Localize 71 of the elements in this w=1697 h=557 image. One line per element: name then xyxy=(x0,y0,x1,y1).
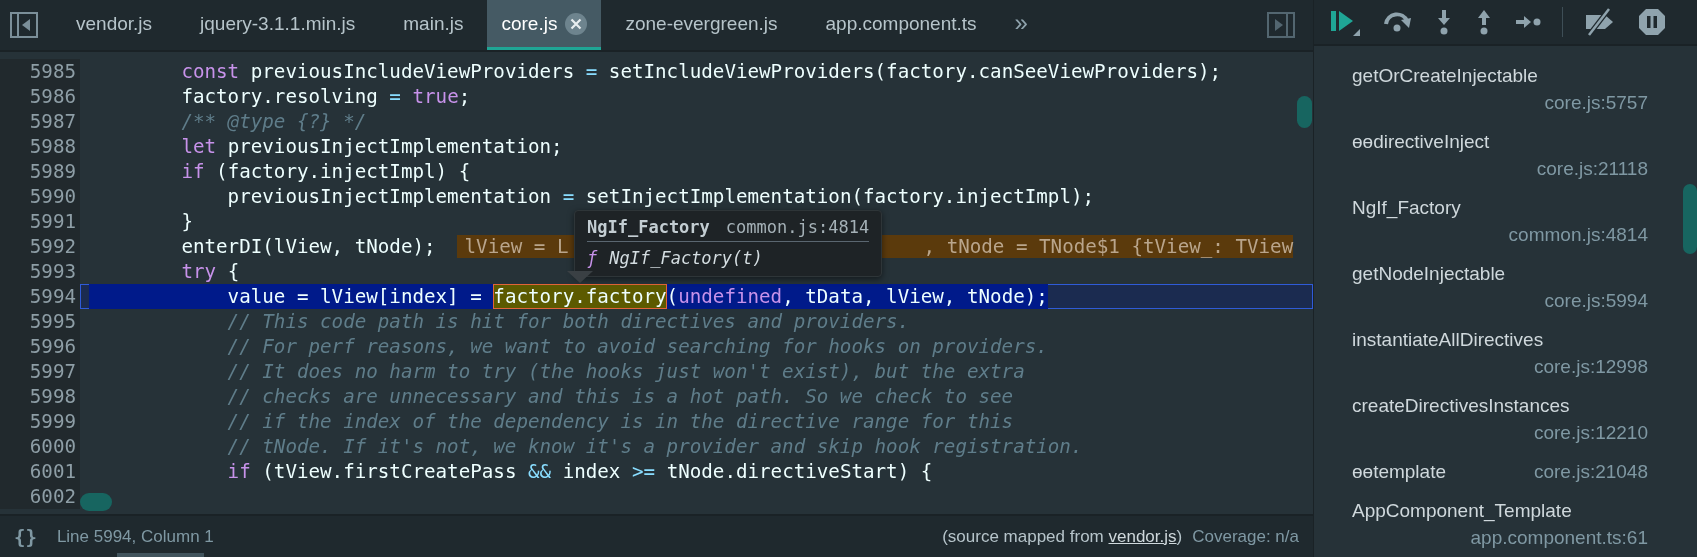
more-tabs-button[interactable]: » xyxy=(1000,9,1042,41)
line-number: 5992 xyxy=(0,234,80,259)
file-tab[interactable]: main.js xyxy=(379,0,488,50)
file-tab[interactable]: app.component.ts xyxy=(801,0,1001,50)
code-line: let previousInjectImplementation; xyxy=(180,134,563,159)
line-number: 5998 xyxy=(0,384,80,409)
code-line: factory.resolving = true; xyxy=(180,84,471,109)
close-icon[interactable] xyxy=(565,12,588,35)
code-line: // if the index of the dependency is in the directive range for this xyxy=(226,409,1014,434)
scrollbar-thumb[interactable] xyxy=(1683,184,1697,254)
call-frame[interactable]: AppComponent_Template app.component.ts:61 xyxy=(1352,491,1648,557)
file-tab[interactable]: zone-evergreen.js xyxy=(601,0,802,50)
line-number: 5996 xyxy=(0,334,80,359)
code-line: try { xyxy=(180,259,240,284)
code-line: // This code path is hit for both directives and providers. xyxy=(226,309,910,334)
code-line: enterDI(lView, tNode); xyxy=(180,234,436,259)
line-number: 5997 xyxy=(0,359,80,384)
code-line: // It does no harm to try (the hooks just won't exist), but the extra xyxy=(226,359,1025,384)
pretty-print-button[interactable]: {} xyxy=(14,525,37,548)
tooltip-location: common.js:4814 xyxy=(725,217,870,237)
line-number: 5987 xyxy=(0,109,80,134)
line-number: 5989 xyxy=(0,159,80,184)
code-line: } xyxy=(180,209,193,234)
inline-value-text: lView = L xyxy=(464,234,569,259)
code-line: // checks are unnecessary and this is a hot path. So we check to see xyxy=(226,384,1014,409)
function-icon: ƒ xyxy=(587,248,598,268)
code-line: previousInjectImplementation = setInjectImplementation(factory.injectImpl); xyxy=(226,184,1095,209)
source-map-note: (source mapped from vendor.js) xyxy=(942,526,1183,547)
cursor-position: Line 5994, Column 1 xyxy=(56,526,214,547)
call-frame[interactable]: ɵɵtemplate core.js:21048 xyxy=(1352,452,1648,491)
line-number: 6002 xyxy=(0,484,80,509)
line-number: 5986 xyxy=(0,84,80,109)
code-line: if (tView.firstCreatePass && index >= tNode.directiveStart) { xyxy=(226,459,933,484)
scrollbar-thumb[interactable] xyxy=(80,493,112,511)
code-line: // tNode. If it's not, we know it's a provider and skip hook registration. xyxy=(226,434,1083,459)
line-number: 6000 xyxy=(0,434,80,459)
sidebar-toggle-icon[interactable] xyxy=(1267,12,1295,38)
sidebar-toggle-icon[interactable] xyxy=(10,12,38,38)
code-line: const previousIncludeViewProviders = setIncludeViewProviders(factory.canSeeViewProviders); xyxy=(180,59,1222,84)
line-number: 5988 xyxy=(0,134,80,159)
call-frame[interactable]: ɵɵdirectiveInject core.js:21118 xyxy=(1352,122,1648,188)
call-frame[interactable]: createDirectivesInstances core.js:12210 xyxy=(1352,386,1648,452)
scrollbar-thumb[interactable] xyxy=(1297,96,1312,128)
line-number: 5999 xyxy=(0,409,80,434)
scrollbar-thumb[interactable] xyxy=(117,553,204,557)
hover-target: factory.factory xyxy=(493,284,667,309)
code-line: if (factory.injectImpl) { xyxy=(180,159,471,184)
line-number: 5985 xyxy=(0,59,80,84)
code-line: // For perf reasons, we want to avoid searching for hooks on providers. xyxy=(226,334,1048,359)
call-frame[interactable]: instantiateAllDirectives core.js:12998 xyxy=(1352,320,1648,386)
code-line: /** @type {?} */ xyxy=(180,109,367,134)
line-number: 5993 xyxy=(0,259,80,284)
line-number: 5995 xyxy=(0,309,80,334)
code-text: (undefined, tData, lView, tNode); xyxy=(666,284,1048,309)
source-link[interactable]: vendor.js xyxy=(1108,526,1177,546)
function-signature: NgIf_Factory(t) xyxy=(609,248,763,268)
file-tab[interactable]: core.js xyxy=(487,0,602,50)
call-frame[interactable]: getNodeInjectable core.js:5994 xyxy=(1352,254,1648,320)
tooltip-title: NgIf_Factory xyxy=(587,217,710,237)
file-tab[interactable]: jquery-3.1.1.min.js xyxy=(176,0,380,50)
line-number: 5991 xyxy=(0,209,80,234)
call-frame[interactable]: NgIf_Factory common.js:4814 xyxy=(1352,188,1648,254)
file-tab[interactable]: vendor.js xyxy=(52,0,177,50)
coverage-label: Coverage: n/a xyxy=(1192,526,1299,547)
line-number: 6001 xyxy=(0,459,80,484)
inline-value-text: , tNode = TNode$1 {tView_: TView xyxy=(923,234,1294,259)
call-frame[interactable]: getOrCreateInjectable core.js:5757 xyxy=(1352,56,1648,122)
line-number: 5994 xyxy=(0,284,80,309)
line-number: 5990 xyxy=(0,184,80,209)
pause-on-exceptions-icon[interactable] xyxy=(1637,7,1667,37)
code-text: value = lView[index] = xyxy=(89,284,494,309)
